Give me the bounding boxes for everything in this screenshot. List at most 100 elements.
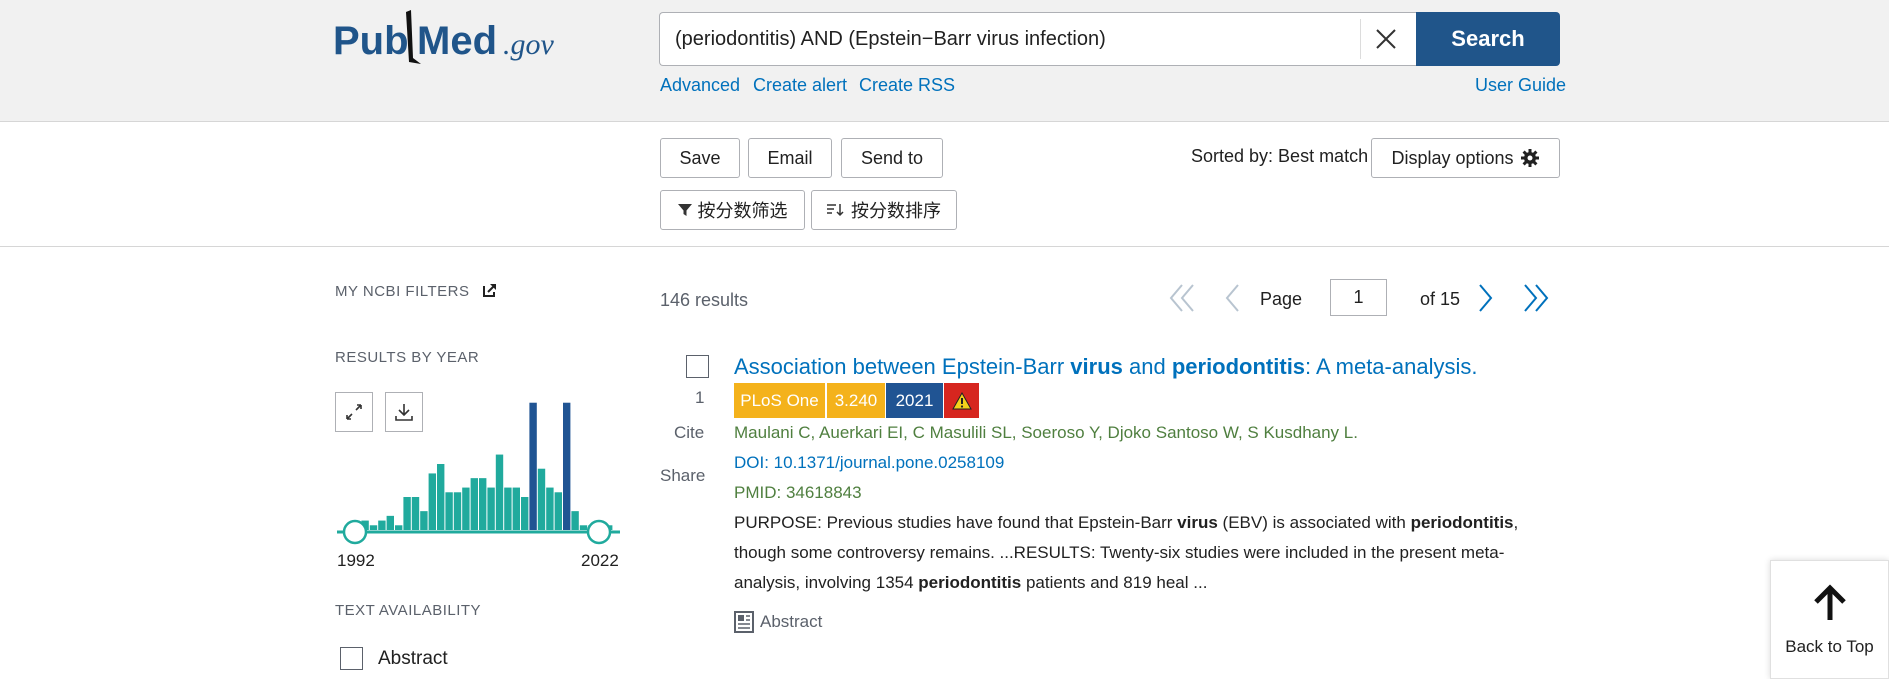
year-bar-1999[interactable]	[411, 497, 420, 530]
year-bar-2016[interactable]	[554, 492, 562, 530]
sort-icon	[827, 204, 844, 217]
title-part: : A meta-analysis.	[1305, 354, 1478, 379]
year-bar-2013[interactable]	[529, 402, 537, 530]
text-availability-heading: TEXT AVAILABILITY	[335, 602, 482, 619]
search-button[interactable]: Search	[1416, 12, 1560, 66]
abstract-icon	[734, 611, 754, 633]
result-number: 1	[695, 388, 705, 407]
snippet-part: patients and 819 heal ...	[1021, 573, 1208, 592]
gear-icon	[1520, 149, 1539, 167]
filter-by-score-label: 按分数筛选	[697, 201, 788, 221]
year-bar-2006[interactable]	[470, 478, 478, 530]
year-bar-1997[interactable]	[395, 525, 403, 530]
my-ncbi-filters-heading[interactable]: MY NCBI FILTERS	[335, 282, 498, 300]
snippet-highlight: virus	[1177, 513, 1218, 532]
snippet-part: PURPOSE: Previous studies have found tha…	[734, 513, 1178, 532]
sorted-by-label: Sorted by: Best match	[1191, 146, 1369, 166]
share-button[interactable]: Share	[660, 466, 705, 486]
clear-search-button[interactable]	[1360, 19, 1410, 59]
result-pmid: PMID: 34618843	[734, 483, 862, 502]
pubmed-logo[interactable]: Pub Med .gov	[333, 6, 573, 72]
search-input[interactable]	[660, 13, 1360, 65]
year-end-label: 2022	[581, 551, 619, 570]
filter-by-score-button[interactable]: 按分数筛选	[660, 190, 805, 230]
year-badge: 2021	[886, 383, 943, 418]
abstract-link-label: Abstract	[760, 612, 823, 631]
result-title-link[interactable]: Association between Epstein-Barr virus a…	[734, 354, 1477, 380]
display-options-label: Display options	[1391, 147, 1514, 168]
sort-by-score-label: 按分数排序	[851, 201, 941, 221]
results-count: 146 results	[660, 290, 749, 310]
sort-by-score-button[interactable]: 按分数排序	[811, 190, 957, 230]
year-bar-2015[interactable]	[546, 487, 554, 530]
user-guide-link[interactable]: User Guide	[1475, 75, 1566, 96]
title-part: and	[1122, 354, 1172, 379]
result-snippet: PURPOSE: Previous studies have found tha…	[734, 508, 1524, 598]
year-bar-1996[interactable]	[386, 515, 394, 530]
results-by-year-chart[interactable]	[335, 390, 625, 550]
year-bar-1995[interactable]	[378, 520, 386, 530]
year-bar-2019[interactable]	[579, 525, 588, 530]
actions-bar: Save Email Send to Sorted by: Best match…	[0, 122, 1889, 247]
page-label: Page	[1260, 289, 1303, 309]
filter-icon	[677, 204, 692, 216]
result-select-checkbox[interactable]	[686, 355, 709, 378]
header: Pub Med .gov Search Advanced Create aler…	[0, 0, 1889, 122]
display-options-button[interactable]: Display options	[1371, 138, 1560, 178]
year-bar-2004[interactable]	[453, 492, 462, 530]
snippet-highlight: periodontitis	[1410, 513, 1514, 532]
arrow-up-icon	[1813, 584, 1846, 620]
year-bar-2014[interactable]	[537, 468, 546, 530]
logo-gov: .gov	[503, 28, 555, 61]
advanced-link[interactable]: Advanced	[660, 75, 740, 96]
send-to-button[interactable]: Send to	[841, 138, 943, 178]
page-of-label: of 15	[1420, 289, 1461, 309]
pubmed-logo-graphic: Pub Med .gov	[333, 10, 555, 64]
cite-button[interactable]: Cite	[674, 423, 704, 443]
email-button[interactable]: Email	[748, 138, 832, 178]
impact-factor-badge: 3.240	[827, 383, 885, 418]
title-highlight-virus: virus	[1070, 354, 1123, 379]
abstract-filter-checkbox[interactable]	[340, 647, 363, 670]
external-link-icon	[483, 284, 497, 297]
year-bar-2002[interactable]	[437, 464, 445, 530]
year-bar-2010[interactable]	[504, 487, 512, 530]
page-number-input[interactable]	[1330, 279, 1387, 316]
year-bar-1998[interactable]	[403, 497, 411, 530]
year-start-label: 1992	[337, 551, 375, 570]
result-authors: Maulani C, Auerkari EI, C Masulili SL, S…	[734, 423, 1358, 442]
create-rss-link[interactable]: Create RSS	[859, 75, 955, 96]
year-bar-2003[interactable]	[445, 492, 453, 530]
snippet-part: (EBV) is associated with	[1217, 513, 1411, 532]
snippet-highlight: periodontitis	[918, 573, 1022, 592]
close-icon	[1375, 29, 1396, 49]
last-page-icon[interactable]	[1520, 282, 1550, 314]
abstract-filter-label: Abstract	[378, 648, 448, 669]
create-alert-link[interactable]: Create alert	[753, 75, 847, 96]
year-end-handle[interactable]	[586, 519, 612, 545]
first-page-icon[interactable]	[1168, 282, 1198, 314]
year-bar-2012[interactable]	[521, 497, 529, 530]
year-start-handle[interactable]	[342, 519, 368, 545]
year-bar-2008[interactable]	[487, 487, 495, 530]
year-bar-2011[interactable]	[512, 487, 520, 530]
abstract-link[interactable]: Abstract	[734, 611, 822, 633]
result-doi-link[interactable]: DOI: 10.1371/journal.pone.0258109	[734, 453, 1004, 473]
back-to-top-button[interactable]: Back to Top	[1770, 560, 1889, 679]
year-bar-1994[interactable]	[369, 525, 378, 530]
save-button[interactable]: Save	[660, 138, 740, 178]
warning-icon	[951, 391, 972, 409]
year-bar-2017[interactable]	[563, 402, 571, 530]
title-highlight-periodontitis: periodontitis	[1171, 354, 1306, 379]
year-bar-2000[interactable]	[420, 511, 428, 530]
previous-page-icon[interactable]	[1223, 282, 1243, 314]
journal-badge: PLoS One	[734, 383, 825, 418]
search-box	[659, 12, 1416, 66]
year-bar-2001[interactable]	[428, 473, 436, 530]
year-bar-2009[interactable]	[495, 454, 504, 530]
results-by-year-heading: RESULTS BY YEAR	[335, 349, 480, 366]
next-page-icon[interactable]	[1475, 282, 1495, 314]
year-bar-2007[interactable]	[479, 478, 487, 530]
year-bar-2005[interactable]	[462, 487, 470, 530]
year-bar-2018[interactable]	[571, 511, 579, 530]
